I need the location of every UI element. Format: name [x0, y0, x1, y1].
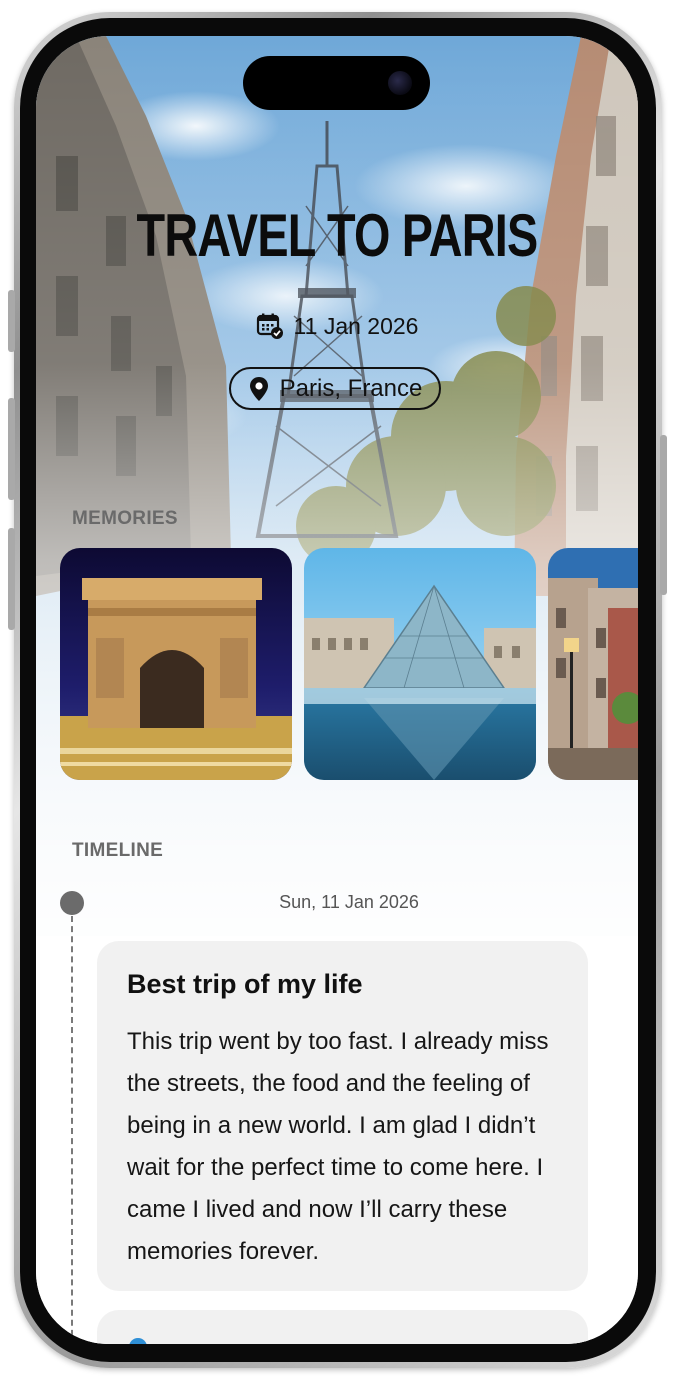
timeline-entry-date: Sun, 11 Jan 2026 [279, 892, 419, 912]
volume-down-button [8, 528, 15, 630]
trip-title: TRAVEL TO PARIS [136, 202, 539, 269]
location-chip[interactable]: Paris, France [229, 367, 441, 410]
timeline-heading: TIMELINE [72, 840, 164, 861]
timeline-dashed-line [71, 916, 73, 1344]
location-label: Paris, France [279, 374, 423, 402]
calendar-check-icon [256, 313, 283, 339]
next-entry-card[interactable] [97, 1310, 588, 1344]
action-button [8, 290, 15, 352]
journal-entry-card[interactable]: Best trip of my life This trip went by t… [97, 941, 588, 1291]
memory-photo-louvre-pyramid[interactable] [304, 548, 536, 780]
trip-detail: TRAVEL TO PARIS 11 Jan 2026 Paris, Franc… [36, 36, 638, 1344]
memories-heading: MEMORIES [72, 508, 178, 529]
power-button [660, 435, 667, 595]
trip-date-row: 11 Jan 2026 [36, 312, 638, 340]
entry-icon [129, 1338, 147, 1344]
memory-photo-paris-street[interactable] [548, 548, 638, 780]
volume-up-button [8, 398, 15, 500]
memory-photo-arc-de-triomphe[interactable] [60, 548, 292, 780]
journal-entry-body: This trip went by too fast. I already mi… [127, 1028, 549, 1265]
journal-entry-title: Best trip of my life [127, 969, 363, 999]
trip-date: 11 Jan 2026 [293, 312, 419, 339]
map-pin-icon [249, 376, 268, 401]
app-screen[interactable]: TRAVEL TO PARIS 11 Jan 2026 Paris, Franc… [36, 36, 638, 1344]
memories-carousel[interactable] [60, 548, 638, 780]
